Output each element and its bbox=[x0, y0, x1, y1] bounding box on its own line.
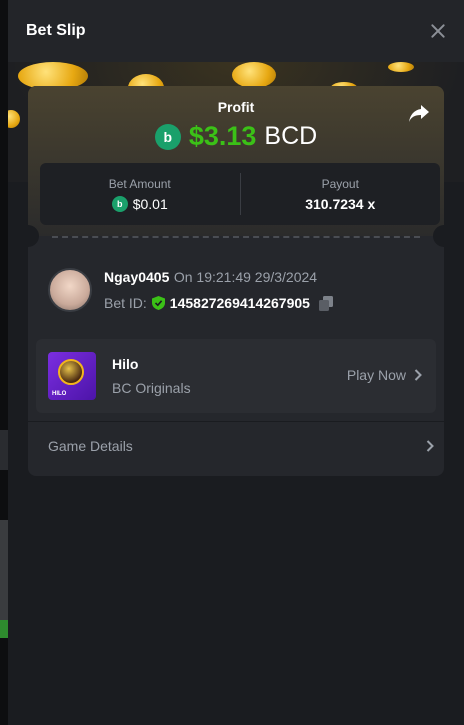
bcd-coin-icon: b bbox=[111, 195, 128, 212]
user-info: Ngay0405 On 19:21:49 29/3/2024 Bet ID: 1… bbox=[104, 269, 333, 311]
bet-card: Profit b $3.13 BCD Bet Amount b $0.01 Pa… bbox=[28, 86, 444, 476]
bet-amount-label: Bet Amount bbox=[108, 176, 171, 191]
profit-label: Profit bbox=[217, 99, 255, 115]
game-row[interactable]: HILO Hilo BC Originals Play Now bbox=[36, 339, 436, 413]
bet-amount-value-row: b $0.01 bbox=[111, 195, 168, 212]
avatar[interactable] bbox=[48, 268, 92, 312]
chevron-right-icon bbox=[426, 440, 434, 452]
profit-row: b $3.13 BCD bbox=[28, 121, 444, 152]
bet-id-label: Bet ID: bbox=[104, 295, 147, 311]
bet-amount-value: $0.01 bbox=[132, 195, 168, 212]
coin-decoration bbox=[388, 62, 414, 72]
game-thumb-label: HILO bbox=[52, 391, 67, 397]
play-now-button[interactable]: Play Now bbox=[347, 367, 422, 383]
game-thumb-ball bbox=[58, 359, 84, 385]
user-name[interactable]: Ngay0405 bbox=[104, 269, 169, 285]
modal-title: Bet Slip bbox=[26, 22, 86, 39]
bcd-coin-icon: b bbox=[154, 123, 181, 150]
stats-panel: Bet Amount b $0.01 Payout 310.7234 x bbox=[40, 163, 440, 225]
bet-amount-stat: Bet Amount b $0.01 bbox=[40, 163, 240, 225]
play-now-label: Play Now bbox=[346, 367, 406, 383]
bet-slip-modal: Bet Slip Profit b $3.13 BCD Bet Amount b… bbox=[8, 0, 464, 725]
payout-value: 310.7234 x bbox=[305, 195, 376, 212]
ticket-notch bbox=[433, 225, 444, 247]
game-thumbnail[interactable]: HILO bbox=[48, 352, 96, 400]
verified-shield-icon bbox=[151, 296, 165, 310]
user-row: Ngay0405 On 19:21:49 29/3/2024 Bet ID: 1… bbox=[48, 268, 333, 312]
game-provider: BC Originals bbox=[112, 380, 191, 396]
game-info: Hilo BC Originals bbox=[112, 356, 191, 396]
modal-header: Bet Slip bbox=[8, 0, 464, 62]
bet-id-row: Bet ID: 145827269414267905 bbox=[104, 295, 333, 311]
bet-time: On 19:21:49 29/3/2024 bbox=[173, 269, 318, 285]
user-line: Ngay0405 On 19:21:49 29/3/2024 bbox=[104, 269, 333, 287]
ticket-divider bbox=[52, 236, 420, 238]
profit-currency: BCD bbox=[264, 122, 318, 150]
copy-icon[interactable] bbox=[318, 295, 333, 311]
share-icon[interactable] bbox=[408, 104, 430, 124]
profit-value: $3.13 bbox=[188, 121, 257, 151]
game-details-row[interactable]: Game Details bbox=[28, 421, 444, 469]
profit-section: Profit b $3.13 BCD Bet Amount b $0.01 Pa… bbox=[28, 86, 444, 236]
payout-stat: Payout 310.7234 x bbox=[239, 173, 441, 215]
close-icon[interactable] bbox=[426, 19, 450, 43]
game-name: Hilo bbox=[112, 356, 139, 372]
coin-decoration bbox=[232, 62, 276, 88]
payout-label: Payout bbox=[321, 176, 359, 191]
game-details-label: Game Details bbox=[48, 437, 133, 454]
chevron-right-icon bbox=[414, 369, 422, 381]
bet-id-value: 145827269414267905 bbox=[169, 295, 310, 311]
coin-decoration bbox=[8, 110, 20, 128]
